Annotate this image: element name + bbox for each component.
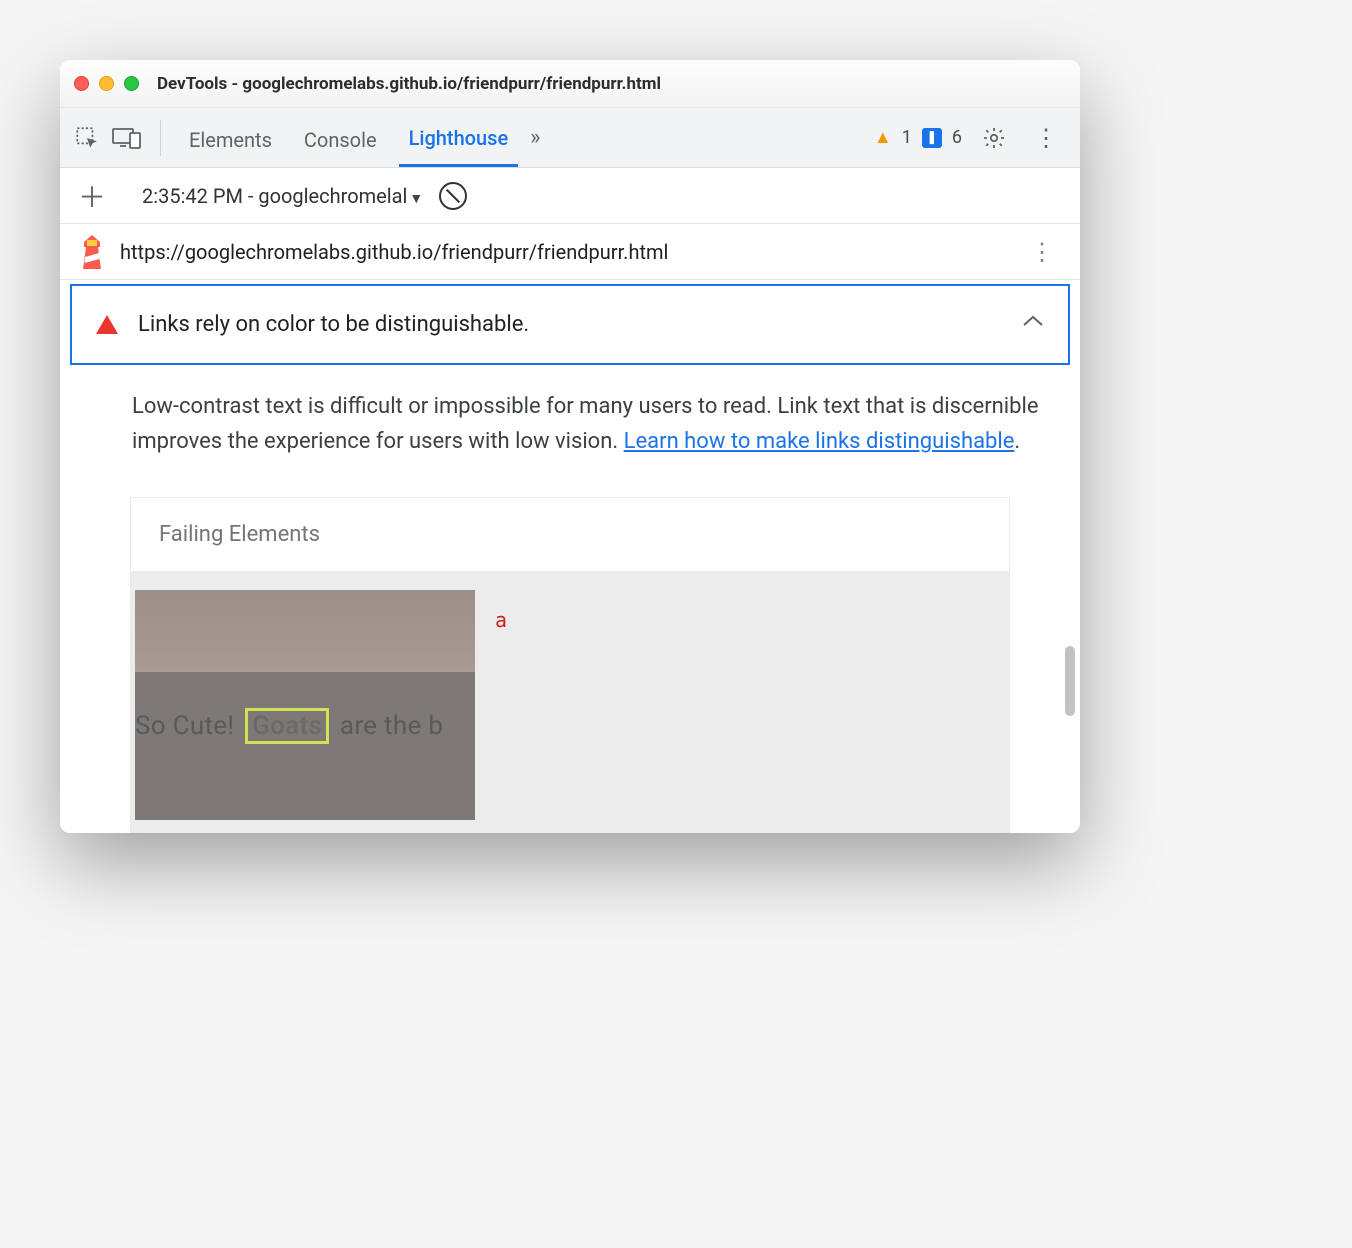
failing-elements-panel: Failing Elements So Cute! Goats are the … — [130, 497, 1010, 833]
report-selector-label: 2:35:42 PM - googlechromelal — [142, 184, 407, 208]
tab-lighthouse[interactable]: Lighthouse — [399, 108, 519, 167]
failing-element-tag[interactable]: a — [471, 590, 507, 832]
lighthouse-logo-icon — [78, 235, 106, 269]
audit-links-distinguishable[interactable]: Links rely on color to be distinguishabl… — [70, 284, 1070, 365]
inspect-element-icon[interactable] — [74, 125, 100, 151]
tab-elements[interactable]: Elements — [179, 110, 282, 166]
report-selector[interactable]: 2:35:42 PM - googlechromelal▼ — [142, 184, 423, 208]
fail-triangle-icon — [96, 315, 118, 334]
maximize-window-button[interactable] — [124, 76, 139, 91]
learn-more-link[interactable]: Learn how to make links distinguishable — [624, 429, 1015, 454]
report-content: Links rely on color to be distinguishabl… — [60, 280, 1080, 833]
devtools-window: DevTools - googlechromelabs.github.io/fr… — [60, 60, 1080, 833]
device-toolbar-icon[interactable] — [112, 126, 142, 150]
element-screenshot-image: So Cute! Goats are the b — [135, 590, 475, 820]
report-menu-icon[interactable]: ⋮ — [1022, 234, 1062, 270]
snapshot-text-after: are the b — [333, 711, 443, 741]
message-icon: ❚ — [922, 128, 942, 148]
window-title: DevTools - googlechromelabs.github.io/fr… — [157, 74, 661, 94]
audit-title: Links rely on color to be distinguishabl… — [138, 312, 529, 337]
window-controls — [74, 76, 139, 91]
report-url: https://googlechromelabs.github.io/frien… — [120, 240, 1008, 264]
element-screenshot[interactable]: So Cute! Goats are the b — [131, 590, 471, 832]
report-url-bar: https://googlechromelabs.github.io/frien… — [60, 224, 1080, 280]
clear-report-icon[interactable] — [439, 182, 467, 210]
chevron-up-icon — [1022, 312, 1044, 333]
warning-icon: ▲ — [874, 127, 892, 148]
new-report-button[interactable]: ＋ — [74, 176, 110, 216]
tab-console[interactable]: Console — [294, 110, 387, 166]
more-options-icon[interactable]: ⋮ — [1026, 120, 1066, 156]
settings-icon[interactable] — [974, 122, 1014, 154]
message-count: 6 — [952, 127, 962, 148]
snapshot-highlight: Goats — [245, 708, 329, 744]
audit-description: Low-contrast text is difficult or imposs… — [70, 389, 1070, 459]
issues-badges[interactable]: ▲ 1 ❚ 6 — [874, 127, 962, 148]
report-selector-bar: ＋ 2:35:42 PM - googlechromelal▼ — [60, 168, 1080, 224]
minimize-window-button[interactable] — [99, 76, 114, 91]
failing-elements-body: So Cute! Goats are the b a — [131, 572, 1009, 832]
audit-description-suffix: . — [1014, 429, 1020, 454]
scrollbar-thumb[interactable] — [1065, 646, 1075, 716]
chevron-down-icon: ▼ — [409, 191, 423, 207]
tabs-overflow-button[interactable]: » — [530, 125, 540, 150]
failing-elements-heading: Failing Elements — [131, 498, 1009, 572]
warning-count: 1 — [902, 127, 912, 148]
close-window-button[interactable] — [74, 76, 89, 91]
window-titlebar: DevTools - googlechromelabs.github.io/fr… — [60, 60, 1080, 108]
separator — [160, 120, 161, 156]
devtools-toolbar: Elements Console Lighthouse » ▲ 1 ❚ 6 ⋮ — [60, 108, 1080, 168]
snapshot-text-before: So Cute! — [135, 711, 241, 741]
